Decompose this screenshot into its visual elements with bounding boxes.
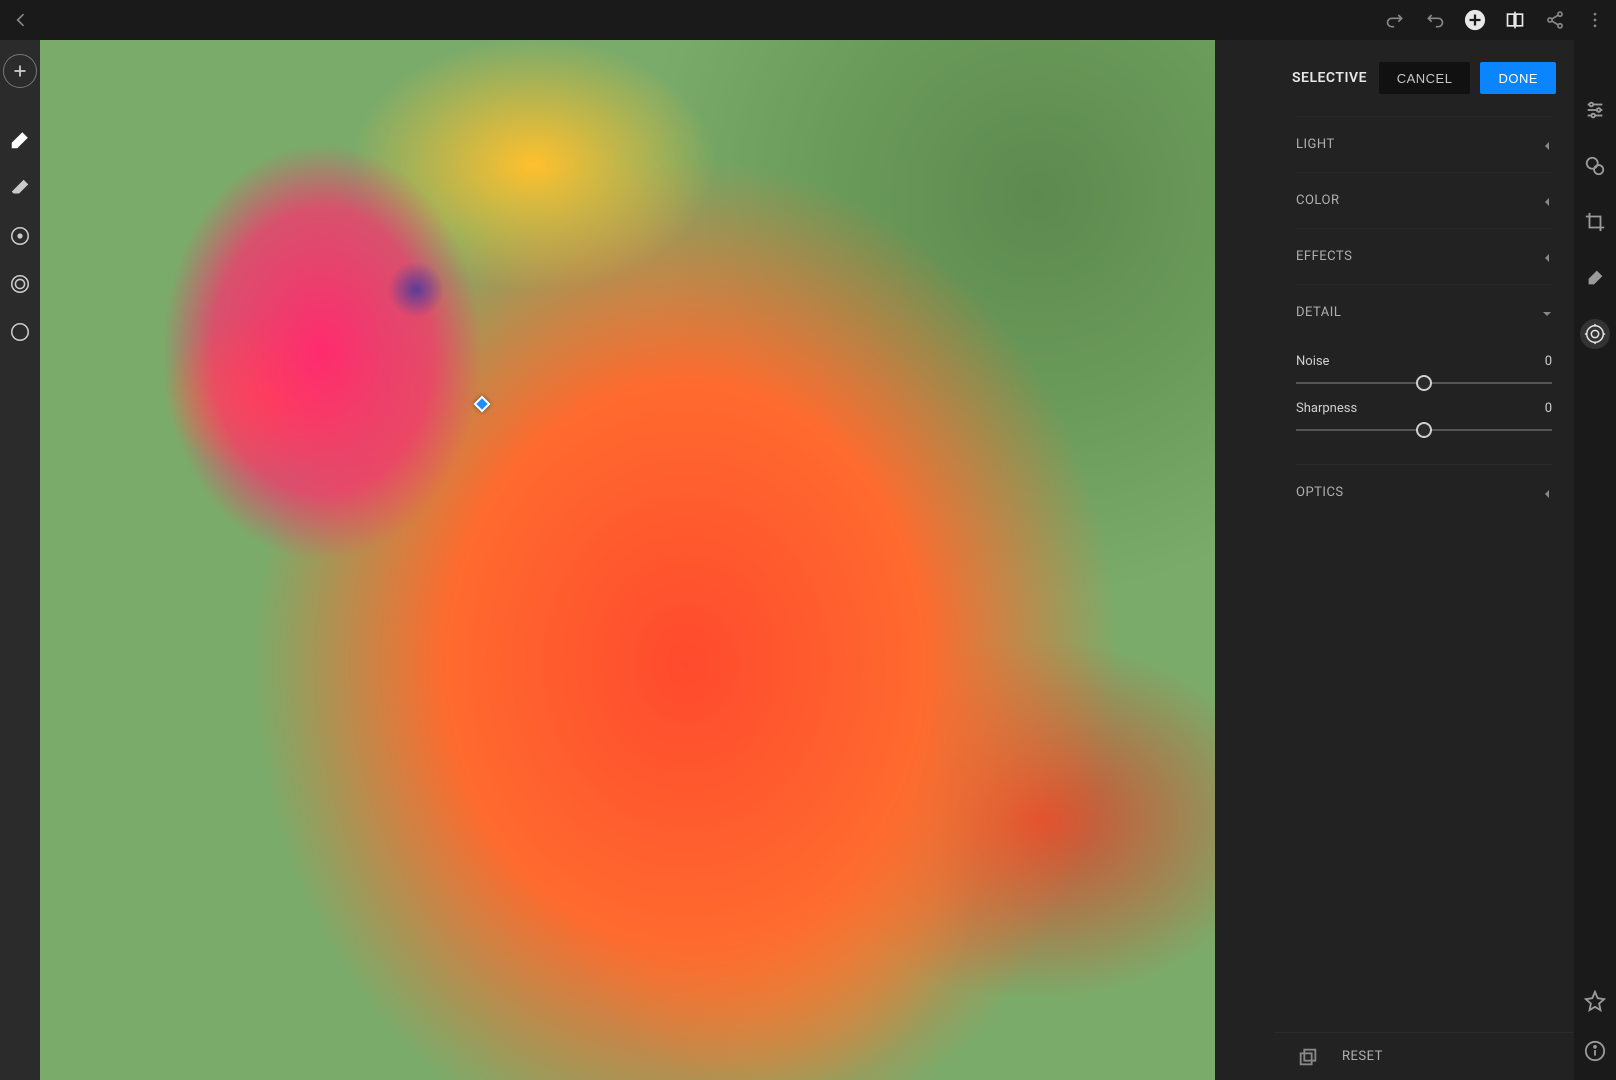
before-after-icon[interactable] xyxy=(1504,9,1526,31)
add-brush-button[interactable] xyxy=(3,54,37,88)
cancel-button[interactable]: CANCEL xyxy=(1379,62,1471,94)
reset-button[interactable]: RESET xyxy=(1342,1049,1383,1064)
section-label: COLOR xyxy=(1296,193,1339,208)
slider-label-sharpness: Sharpness xyxy=(1296,401,1357,416)
slider-label-noise: Noise xyxy=(1296,354,1329,369)
section-label: EFFECTS xyxy=(1296,249,1352,264)
edited-photo xyxy=(40,40,1215,1080)
panel-footer: RESET xyxy=(1274,1032,1574,1080)
chevron-left-icon xyxy=(1542,140,1552,150)
section-label: OPTICS xyxy=(1296,485,1344,500)
previous-version-icon[interactable] xyxy=(1296,1045,1320,1069)
add-photo-icon[interactable] xyxy=(1464,9,1486,31)
left-tool-rail xyxy=(0,40,40,1080)
back-icon[interactable] xyxy=(10,9,32,31)
gradient-mask-tool[interactable] xyxy=(2,266,38,302)
section-header-optics[interactable]: OPTICS xyxy=(1296,464,1552,520)
chevron-left-icon xyxy=(1542,196,1552,206)
info-icon[interactable] xyxy=(1580,1036,1610,1066)
image-canvas[interactable] xyxy=(40,40,1274,1080)
slider-value-sharpness: 0 xyxy=(1545,401,1552,416)
section-label: LIGHT xyxy=(1296,137,1335,152)
slider-noise[interactable] xyxy=(1296,373,1552,393)
right-tool-rail xyxy=(1574,40,1616,1080)
slider-thumb[interactable] xyxy=(1416,422,1432,438)
slider-thumb[interactable] xyxy=(1416,375,1432,391)
more-icon[interactable] xyxy=(1584,9,1606,31)
panel-title: SELECTIVE xyxy=(1292,70,1369,86)
local-brush-icon[interactable] xyxy=(1580,263,1610,293)
healing-brush-icon[interactable] xyxy=(1580,151,1610,181)
brush-tool[interactable] xyxy=(2,122,38,158)
section-header-light[interactable]: LIGHT xyxy=(1296,116,1552,172)
share-icon[interactable] xyxy=(1544,9,1566,31)
done-button[interactable]: DONE xyxy=(1480,62,1556,94)
presets-icon[interactable] xyxy=(1580,319,1610,349)
slider-sharpness[interactable] xyxy=(1296,420,1552,440)
section-header-detail[interactable]: DETAIL xyxy=(1296,284,1552,340)
chevron-left-icon xyxy=(1542,252,1552,262)
chevron-left-icon xyxy=(1542,488,1552,498)
top-bar xyxy=(0,0,1616,40)
undo-icon[interactable] xyxy=(1424,9,1446,31)
chevron-down-icon xyxy=(1542,308,1552,318)
section-label: DETAIL xyxy=(1296,305,1341,320)
radial-mask-tool[interactable] xyxy=(2,218,38,254)
redo-icon[interactable] xyxy=(1384,9,1406,31)
eraser-tool[interactable] xyxy=(2,170,38,206)
section-header-effects[interactable]: EFFECTS xyxy=(1296,228,1552,284)
rating-star-icon[interactable] xyxy=(1580,986,1610,1016)
edit-panel: SELECTIVE CANCEL DONE LIGHT COLOR EFFECT… xyxy=(1274,40,1574,1080)
crop-icon[interactable] xyxy=(1580,207,1610,237)
adjustments-icon[interactable] xyxy=(1580,95,1610,125)
slider-value-noise: 0 xyxy=(1545,354,1552,369)
section-header-color[interactable]: COLOR xyxy=(1296,172,1552,228)
ellipse-mask-tool[interactable] xyxy=(2,314,38,350)
section-body-detail: Noise 0 Sharpness 0 xyxy=(1296,340,1552,464)
